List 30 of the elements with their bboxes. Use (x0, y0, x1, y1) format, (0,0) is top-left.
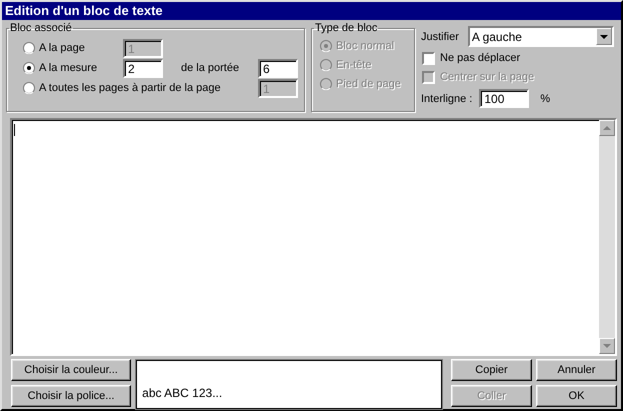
checkbox[interactable] (422, 52, 435, 64)
dialog-button[interactable]: OK (536, 385, 617, 407)
group-title: Bloc associé (9, 22, 73, 34)
dropdown-arrow-icon[interactable] (596, 28, 612, 45)
dialog-button[interactable]: Choisir la couleur... (11, 359, 132, 381)
dialog-button[interactable]: Copier (451, 359, 532, 381)
unit-label: % (540, 92, 550, 104)
field-label: Interligne : (421, 92, 472, 104)
number-field[interactable]: 2 (123, 58, 163, 78)
dialog-button[interactable]: Annuler (536, 359, 617, 381)
radio-label[interactable]: A toutes les pages à partir de la page (39, 82, 221, 94)
field-label: Justifier (421, 30, 459, 42)
text-cursor (14, 124, 15, 136)
number-field[interactable]: 6 (258, 58, 298, 78)
radio-button[interactable] (23, 62, 35, 74)
number-field[interactable]: 100 (479, 89, 530, 108)
scrollbar[interactable] (599, 120, 615, 354)
dialog-button[interactable]: Choisir la police... (11, 385, 132, 407)
window-title: Edition d'un bloc de texte (2, 2, 621, 20)
radio-button[interactable] (23, 82, 35, 94)
radio-button[interactable] (23, 42, 35, 54)
group-title: Type de bloc (314, 22, 378, 34)
radio-label[interactable]: A la page (39, 42, 85, 54)
justify-dropdown[interactable]: A gauche (468, 26, 614, 47)
font-preview: abc ABC 123... (136, 360, 442, 409)
scroll-up-icon[interactable] (599, 120, 615, 136)
scroll-down-icon[interactable] (599, 338, 615, 354)
field-label: de la portée (180, 62, 240, 74)
radio-label[interactable]: A la mesure (39, 62, 98, 74)
checkbox-label[interactable]: Ne pas déplacer (440, 52, 520, 64)
